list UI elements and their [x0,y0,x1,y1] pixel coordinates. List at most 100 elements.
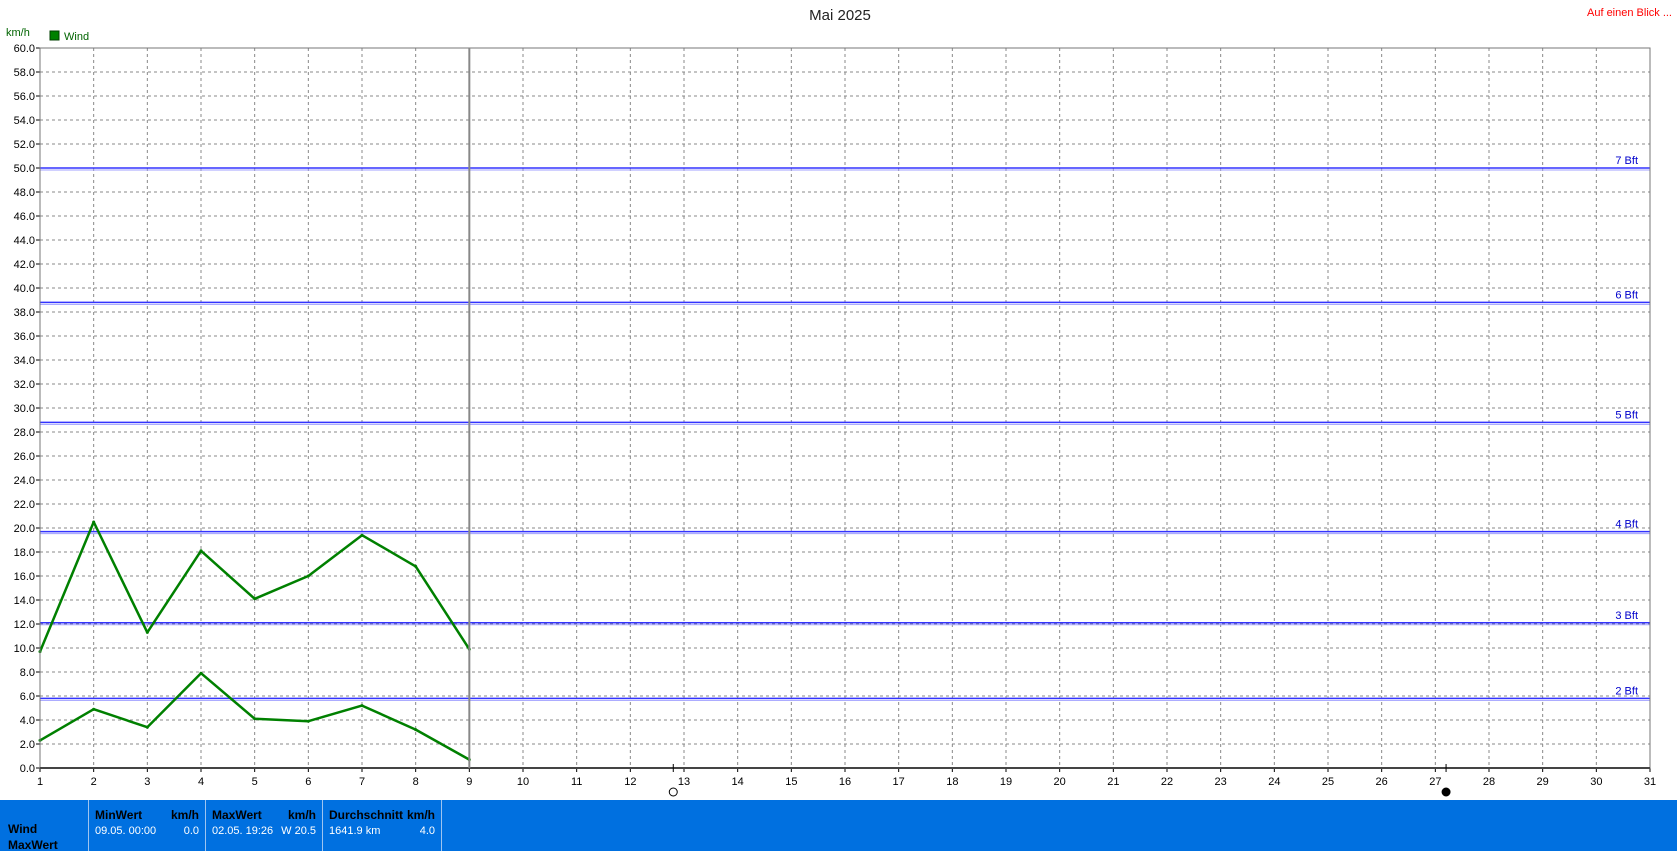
y-tick-label: 60.0 [14,43,35,55]
x-tick-label: 17 [893,776,905,788]
x-tick-label: 7 [359,776,365,788]
x-tick-label: 4 [198,776,204,788]
x-tick-label: 27 [1429,776,1441,788]
series-point-max [145,630,149,634]
series-point-max [253,597,257,601]
stat-min: MinWert km/h 09.05. 00:00 0.0 [88,800,205,851]
series-point-avg [306,719,310,723]
y-tick-label: 44.0 [14,235,35,247]
stat-min-value: 0.0 [183,825,199,837]
y-tick-label: 16.0 [14,571,35,583]
chart-area: Mai 2025 Auf einen Blick ... km/h Wind 2… [6,7,1672,797]
x-tick-label: 26 [1376,776,1388,788]
stat-divider [441,800,443,851]
stat-max-time: 02.05. 19:26 [212,825,274,837]
series-point-avg [253,717,257,721]
stat-max-value: W 20.5 [281,825,316,837]
beaufort-label: 2 Bft [1615,685,1638,697]
x-tick-label: 18 [946,776,958,788]
stat-avg-header: Durchschnitt [329,808,404,822]
series-point-max [360,533,364,537]
full-moon-icon [668,787,678,797]
y-tick-label: 28.0 [14,427,35,439]
x-tick-label: 9 [466,776,472,788]
series-point-avg [360,704,364,708]
series-point-max [199,549,203,553]
x-tick-label: 12 [624,776,636,788]
x-tick-label: 11 [571,776,582,788]
grid [39,47,1651,769]
y-tick-label: 50.0 [14,163,35,175]
beaufort-label: 6 Bft [1615,289,1638,301]
x-tick-label: 5 [252,776,258,788]
x-tick-label: 6 [305,776,311,788]
x-tick-label: 10 [517,776,529,788]
y-tick-label: 30.0 [14,403,35,415]
y-tick-label: 48.0 [14,187,35,199]
y-tick-label: 22.0 [14,499,35,511]
x-tick-label: 13 [678,776,690,788]
y-tick-label: 40.0 [14,283,35,295]
overview-link[interactable]: Auf einen Blick ... [1587,7,1672,19]
stat-max: MaxWert km/h 02.05. 19:26 W 20.5 [205,800,322,851]
y-tick-label: 54.0 [14,115,35,127]
x-tick-label: 24 [1268,776,1280,788]
beaufort-label: 4 Bft [1615,519,1638,531]
x-tick-label: 8 [413,776,419,788]
y-axis-unit: km/h [6,27,30,39]
y-tick-label: 14.0 [14,595,35,607]
x-tick-label: 2 [91,776,97,788]
stat-avg-unit: km/h [406,808,435,822]
stat-max-unit: km/h [287,808,316,822]
x-tick-label: 29 [1537,776,1549,788]
series-point-avg [92,707,96,711]
y-tick-label: 26.0 [14,451,35,463]
legend-swatch [49,30,60,41]
y-tick-label: 8.0 [20,667,35,679]
axes: 0.0 2.0 4.0 6.0 8.0 10.0 12.0 14.0 16.0 18.0 20.0 2… [14,43,1657,788]
beaufort-label: 3 Bft [1615,610,1638,622]
stat-avg-distance: 1641.9 km [329,825,381,837]
x-tick-label: 14 [732,776,744,788]
x-tick-label: 19 [1000,776,1012,788]
y-tick-label: 20.0 [14,523,35,535]
y-tick-label: 24.0 [14,475,35,487]
y-tick-label: 2.0 [20,739,35,751]
y-tick-label: 36.0 [14,331,35,343]
stats-bar: Wind MaxWert MinWert km/h 09.05. 00:00 0.0… [0,800,1677,852]
y-tick-label: 38.0 [14,307,35,319]
y-tick-label: 32.0 [14,379,35,391]
y-tick-label: 10.0 [14,643,35,655]
x-tick-label: 30 [1590,776,1602,788]
stat-min-header: MinWert [95,808,143,822]
x-tick-label: 3 [144,776,150,788]
y-tick-label: 12.0 [14,619,35,631]
new-moon-icon [1441,787,1451,797]
series-point-max [92,520,96,524]
stat-min-time: 09.05. 00:00 [95,825,157,837]
x-tick-label: 28 [1483,776,1495,788]
x-tick-label: 31 [1644,776,1656,788]
x-tick-label: 16 [839,776,851,788]
stat-avg: Durchschnitt km/h 1641.9 km 4.0 [322,800,441,851]
series-point-max [306,574,310,578]
y-tick-label: 6.0 [20,691,35,703]
stats-row-label-maxwert: MaxWert [8,838,58,852]
series-lines [38,520,471,762]
y-tick-label: 18.0 [14,547,35,559]
y-tick-label: 52.0 [14,139,35,151]
stats-row-label-wind: Wind [8,822,38,836]
stat-max-header: MaxWert [212,808,262,822]
beaufort-label: 5 Bft [1615,409,1638,421]
series-point-avg [414,728,418,732]
y-tick-label: 4.0 [20,715,35,727]
y-tick-label: 42.0 [14,259,35,271]
x-tick-label: 20 [1054,776,1066,788]
x-tick-label: 23 [1215,776,1227,788]
y-tick-label: 58.0 [14,67,35,79]
x-tick-label: 1 [37,776,43,788]
x-tick-label: 22 [1161,776,1173,788]
chart-title: Mai 2025 [809,7,871,24]
y-tick-label: 34.0 [14,355,35,367]
y-tick-label: 46.0 [14,211,35,223]
